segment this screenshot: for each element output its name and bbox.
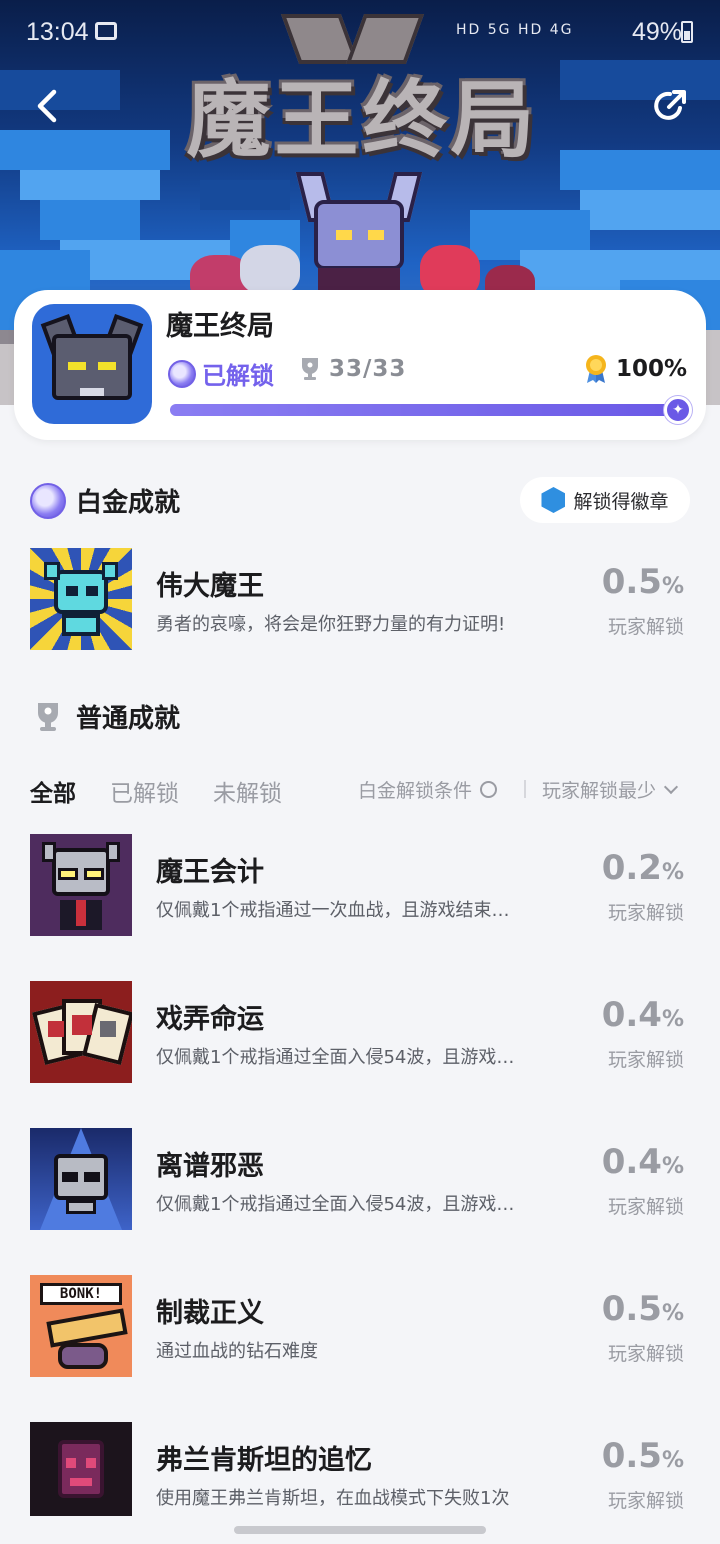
share-icon bbox=[654, 90, 686, 120]
game-summary-card: 魔王终局 已解锁 33/33 100% ✦ bbox=[14, 290, 706, 440]
achievement-unlock-rate: 0.5% bbox=[602, 562, 684, 602]
unlock-status-label: 已解锁 bbox=[202, 362, 274, 390]
platinum-section-header: 白金成就 bbox=[30, 482, 180, 519]
achievement-unlock-label: 玩家解锁 bbox=[607, 1343, 684, 1365]
unlock-badge-label: 解锁得徽章 bbox=[573, 490, 669, 513]
chevron-down-icon bbox=[663, 779, 679, 795]
achievement-row[interactable]: 弗兰肯斯坦的追忆 使用魔王弗兰肯斯坦，在血战模式下失败1次 0.5% 玩家解锁 bbox=[30, 1422, 690, 1524]
radio-icon bbox=[480, 781, 498, 798]
normal-section-title: 普通成就 bbox=[76, 704, 181, 734]
trophy-count: 33/33 bbox=[299, 356, 406, 382]
achievement-unlock-label: 玩家解锁 bbox=[607, 616, 684, 638]
achievement-name: 戏弄命运 bbox=[156, 1004, 264, 1035]
tab-unlocked[interactable]: 已解锁 bbox=[110, 774, 179, 808]
percent-sign: % bbox=[661, 1301, 684, 1326]
unlock-status: 已解锁 bbox=[168, 356, 274, 391]
completion-percent-text: 100% bbox=[616, 356, 688, 382]
achievement-name: 离谱邪恶 bbox=[156, 1151, 264, 1182]
share-button[interactable] bbox=[650, 86, 690, 126]
achievement-name: 魔王会计 bbox=[156, 857, 264, 888]
achievement-name: 伟大魔王 bbox=[156, 571, 264, 602]
medal-icon bbox=[584, 354, 608, 384]
badge-icon bbox=[541, 487, 566, 513]
trophy-count-text: 33/33 bbox=[329, 356, 407, 382]
achievement-name: 弗兰肯斯坦的追忆 bbox=[156, 1445, 372, 1476]
achievement-row[interactable]: 戏弄命运 仅佩戴1个戒指通过全面入侵54波，且游戏… 0.4% 玩家解锁 bbox=[30, 981, 690, 1083]
achievement-desc: 通过血战的钻石难度 bbox=[156, 1341, 318, 1362]
monster-art-skull bbox=[240, 245, 300, 295]
platinum-condition-toggle[interactable]: 白金解锁条件 bbox=[358, 776, 498, 803]
achievement-desc: 勇者的哀嚎，将会是你狂野力量的有力证明! bbox=[156, 614, 506, 635]
sparkle-icon: ✦ bbox=[664, 396, 692, 424]
bonk-label: BONK! bbox=[40, 1283, 122, 1305]
achievement-desc: 仅佩戴1个戒指通过全面入侵54波，且游戏… bbox=[156, 1194, 515, 1215]
platinum-section-title: 白金成就 bbox=[76, 488, 181, 518]
evil-skull-icon bbox=[30, 1128, 132, 1230]
gallery-icon bbox=[95, 22, 117, 40]
progress-fill bbox=[170, 404, 678, 416]
achievement-desc: 使用魔王弗兰肯斯坦，在血战模式下失败1次 bbox=[156, 1488, 510, 1509]
completion-percent: 100% bbox=[584, 354, 687, 384]
achievement-percent: 0.5 bbox=[601, 1289, 662, 1329]
achievement-unlock-rate: 0.5% bbox=[602, 1289, 684, 1329]
achievement-unlock-rate: 0.4% bbox=[602, 995, 684, 1035]
achievement-unlock-rate: 0.2% bbox=[602, 848, 684, 888]
achievement-desc: 仅佩戴1个戒指通过全面入侵54波，且游戏… bbox=[156, 1047, 515, 1068]
status-time: 13:04 bbox=[26, 18, 89, 46]
achievement-unlock-label: 玩家解锁 bbox=[607, 1196, 684, 1218]
game-logo-text: 魔王终局 bbox=[186, 69, 539, 169]
normal-section-header: 普通成就 bbox=[30, 698, 180, 735]
achievement-unlock-label: 玩家解锁 bbox=[607, 902, 684, 924]
platinum-trophy-icon bbox=[30, 482, 66, 519]
achievement-percent: 0.5 bbox=[601, 1436, 662, 1476]
achievement-unlock-rate: 0.5% bbox=[602, 1436, 684, 1476]
chevron-left-icon bbox=[37, 89, 57, 123]
game-app-icon[interactable] bbox=[32, 304, 152, 424]
divider bbox=[524, 780, 526, 798]
percent-sign: % bbox=[661, 860, 684, 885]
percent-sign: % bbox=[661, 574, 684, 599]
achievement-row[interactable]: 离谱邪恶 仅佩戴1个戒指通过全面入侵54波，且游戏… 0.4% 玩家解锁 bbox=[30, 1128, 690, 1230]
game-logo: 魔王终局 bbox=[170, 58, 555, 169]
percent-sign: % bbox=[661, 1154, 684, 1179]
achievement-unlock-label: 玩家解锁 bbox=[607, 1490, 684, 1512]
platinum-trophy-icon bbox=[168, 359, 196, 388]
achievement-percent: 0.2 bbox=[601, 848, 662, 888]
demon-accountant-icon bbox=[30, 834, 132, 936]
tab-all[interactable]: 全部 bbox=[30, 774, 76, 808]
achievement-unlock-label: 玩家解锁 bbox=[607, 1049, 684, 1071]
trophy-icon bbox=[30, 699, 66, 735]
great-demon-king-badge-icon bbox=[30, 548, 132, 650]
frankenstein-icon bbox=[30, 1422, 132, 1524]
trophy-icon bbox=[299, 356, 321, 382]
demon-character-art bbox=[295, 172, 423, 308]
sort-select[interactable]: 玩家解锁最少 bbox=[542, 776, 679, 803]
achievement-percent: 0.5 bbox=[601, 562, 662, 602]
achievement-row[interactable]: BONK! 制裁正义 通过血战的钻石难度 0.5% 玩家解锁 bbox=[30, 1275, 690, 1377]
unlock-badge-button[interactable]: 解锁得徽章 bbox=[520, 477, 690, 523]
filter-bar: 全部 已解锁 未解锁 白金解锁条件 玩家解锁最少 bbox=[30, 770, 690, 810]
completion-progress-bar: ✦ bbox=[170, 396, 692, 424]
status-bar: 13:04 HD 5G HD 4G 49% bbox=[0, 0, 720, 64]
battery-percent: 49% bbox=[632, 18, 683, 46]
network-icons: HD 5G HD 4G bbox=[456, 22, 574, 38]
game-title: 魔王终局 bbox=[166, 311, 274, 342]
tab-locked[interactable]: 未解锁 bbox=[213, 774, 282, 808]
platinum-condition-label: 白金解锁条件 bbox=[358, 780, 473, 802]
achievement-name: 制裁正义 bbox=[156, 1298, 264, 1329]
achievement-desc: 仅佩戴1个戒指通过一次血战，且游戏结束… bbox=[156, 900, 510, 921]
percent-sign: % bbox=[661, 1448, 684, 1473]
achievement-percent: 0.4 bbox=[601, 995, 662, 1035]
bonk-hammer-icon: BONK! bbox=[30, 1275, 132, 1377]
achievement-unlock-rate: 0.4% bbox=[602, 1142, 684, 1182]
battery-icon bbox=[681, 21, 693, 43]
home-indicator[interactable] bbox=[234, 1526, 486, 1534]
percent-sign: % bbox=[661, 1007, 684, 1032]
achievement-row[interactable]: 魔王会计 仅佩戴1个戒指通过一次血战，且游戏结束… 0.2% 玩家解锁 bbox=[30, 834, 690, 936]
back-button[interactable] bbox=[28, 84, 68, 128]
sort-label: 玩家解锁最少 bbox=[542, 780, 657, 802]
achievement-percent: 0.4 bbox=[601, 1142, 662, 1182]
cards-icon bbox=[30, 981, 132, 1083]
platinum-achievement-row[interactable]: 伟大魔王 勇者的哀嚎，将会是你狂野力量的有力证明! 0.5% 玩家解锁 bbox=[30, 548, 690, 650]
